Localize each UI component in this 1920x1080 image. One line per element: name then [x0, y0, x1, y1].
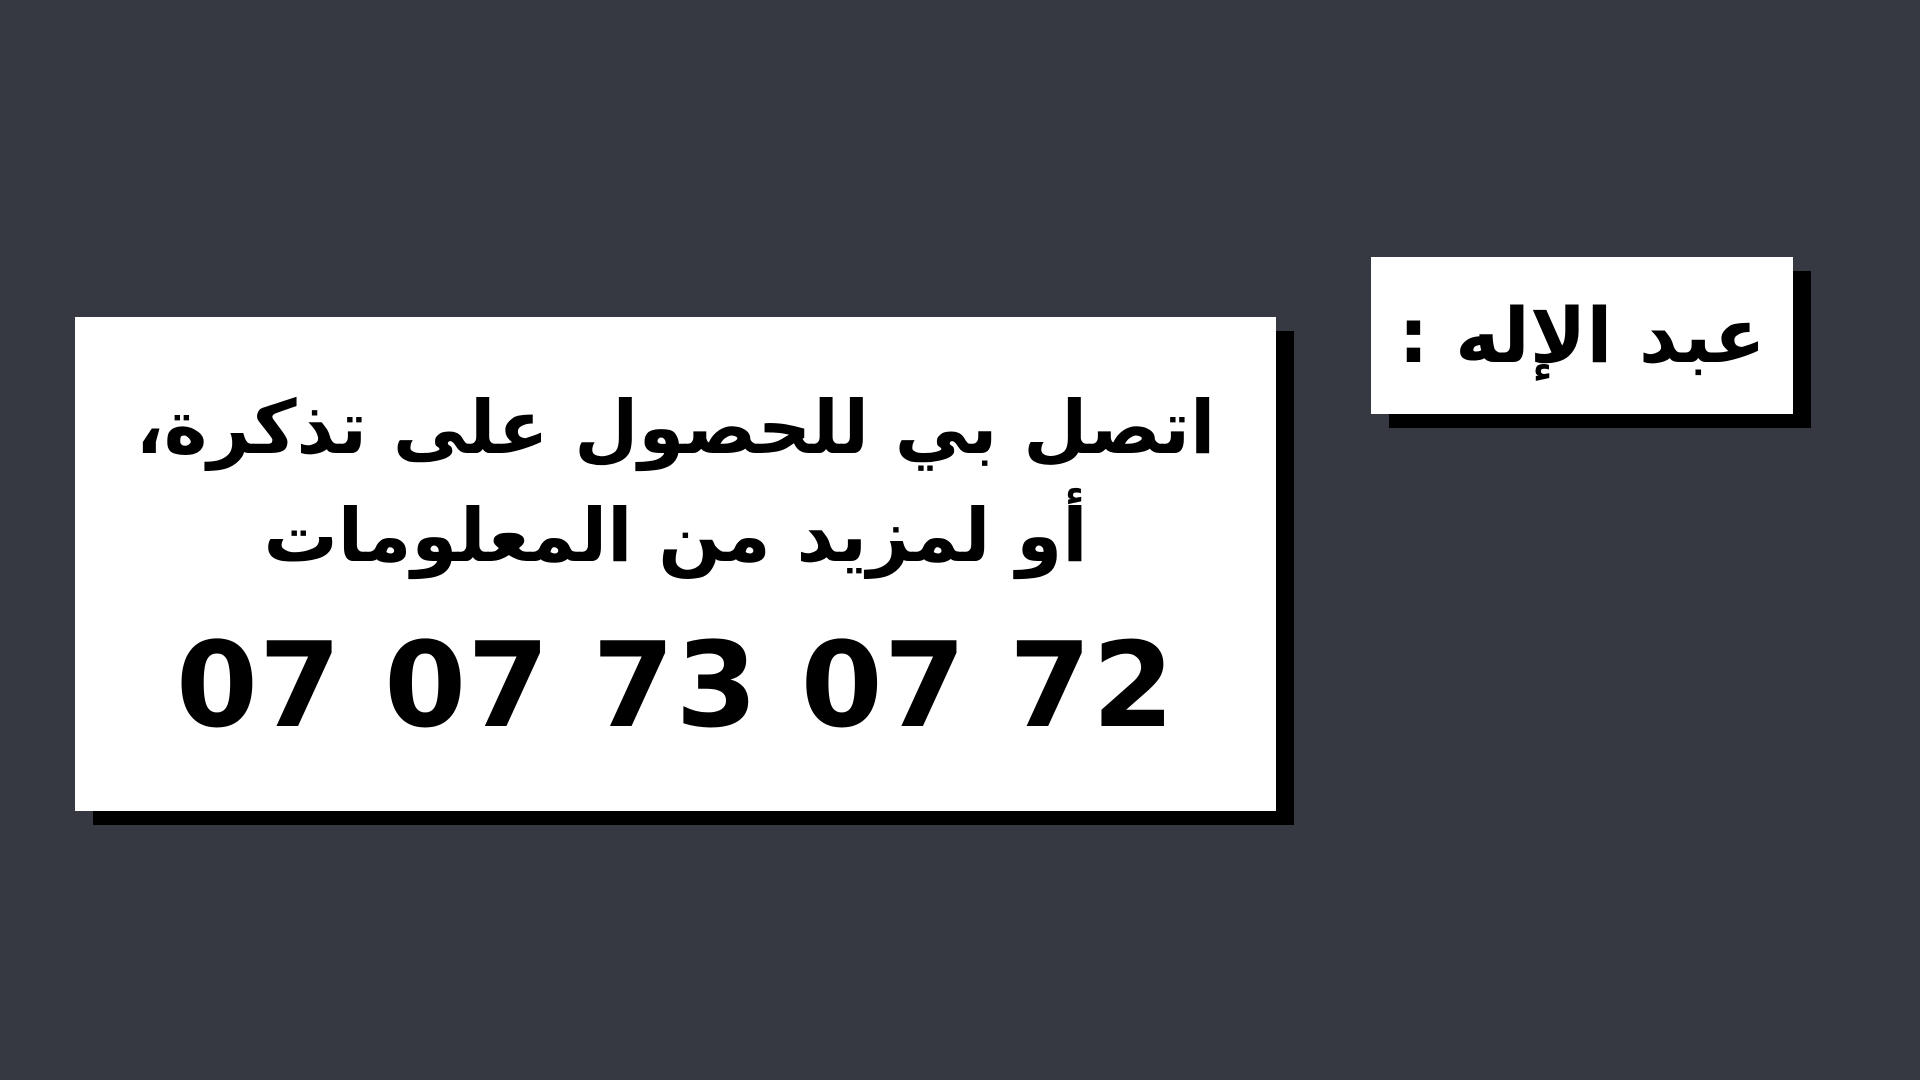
contact-name: عبد الإله : — [1398, 290, 1766, 380]
phone-number: 07 07 73 07 72 — [175, 616, 1176, 754]
name-card: عبد الإله : — [1371, 257, 1793, 414]
message-line-1: اتصل بي للحصول على تذكرة، — [135, 385, 1216, 471]
message-line-2: أو لمزيد من المعلومات — [263, 493, 1088, 579]
message-card: اتصل بي للحصول على تذكرة، أو لمزيد من ال… — [75, 317, 1276, 811]
